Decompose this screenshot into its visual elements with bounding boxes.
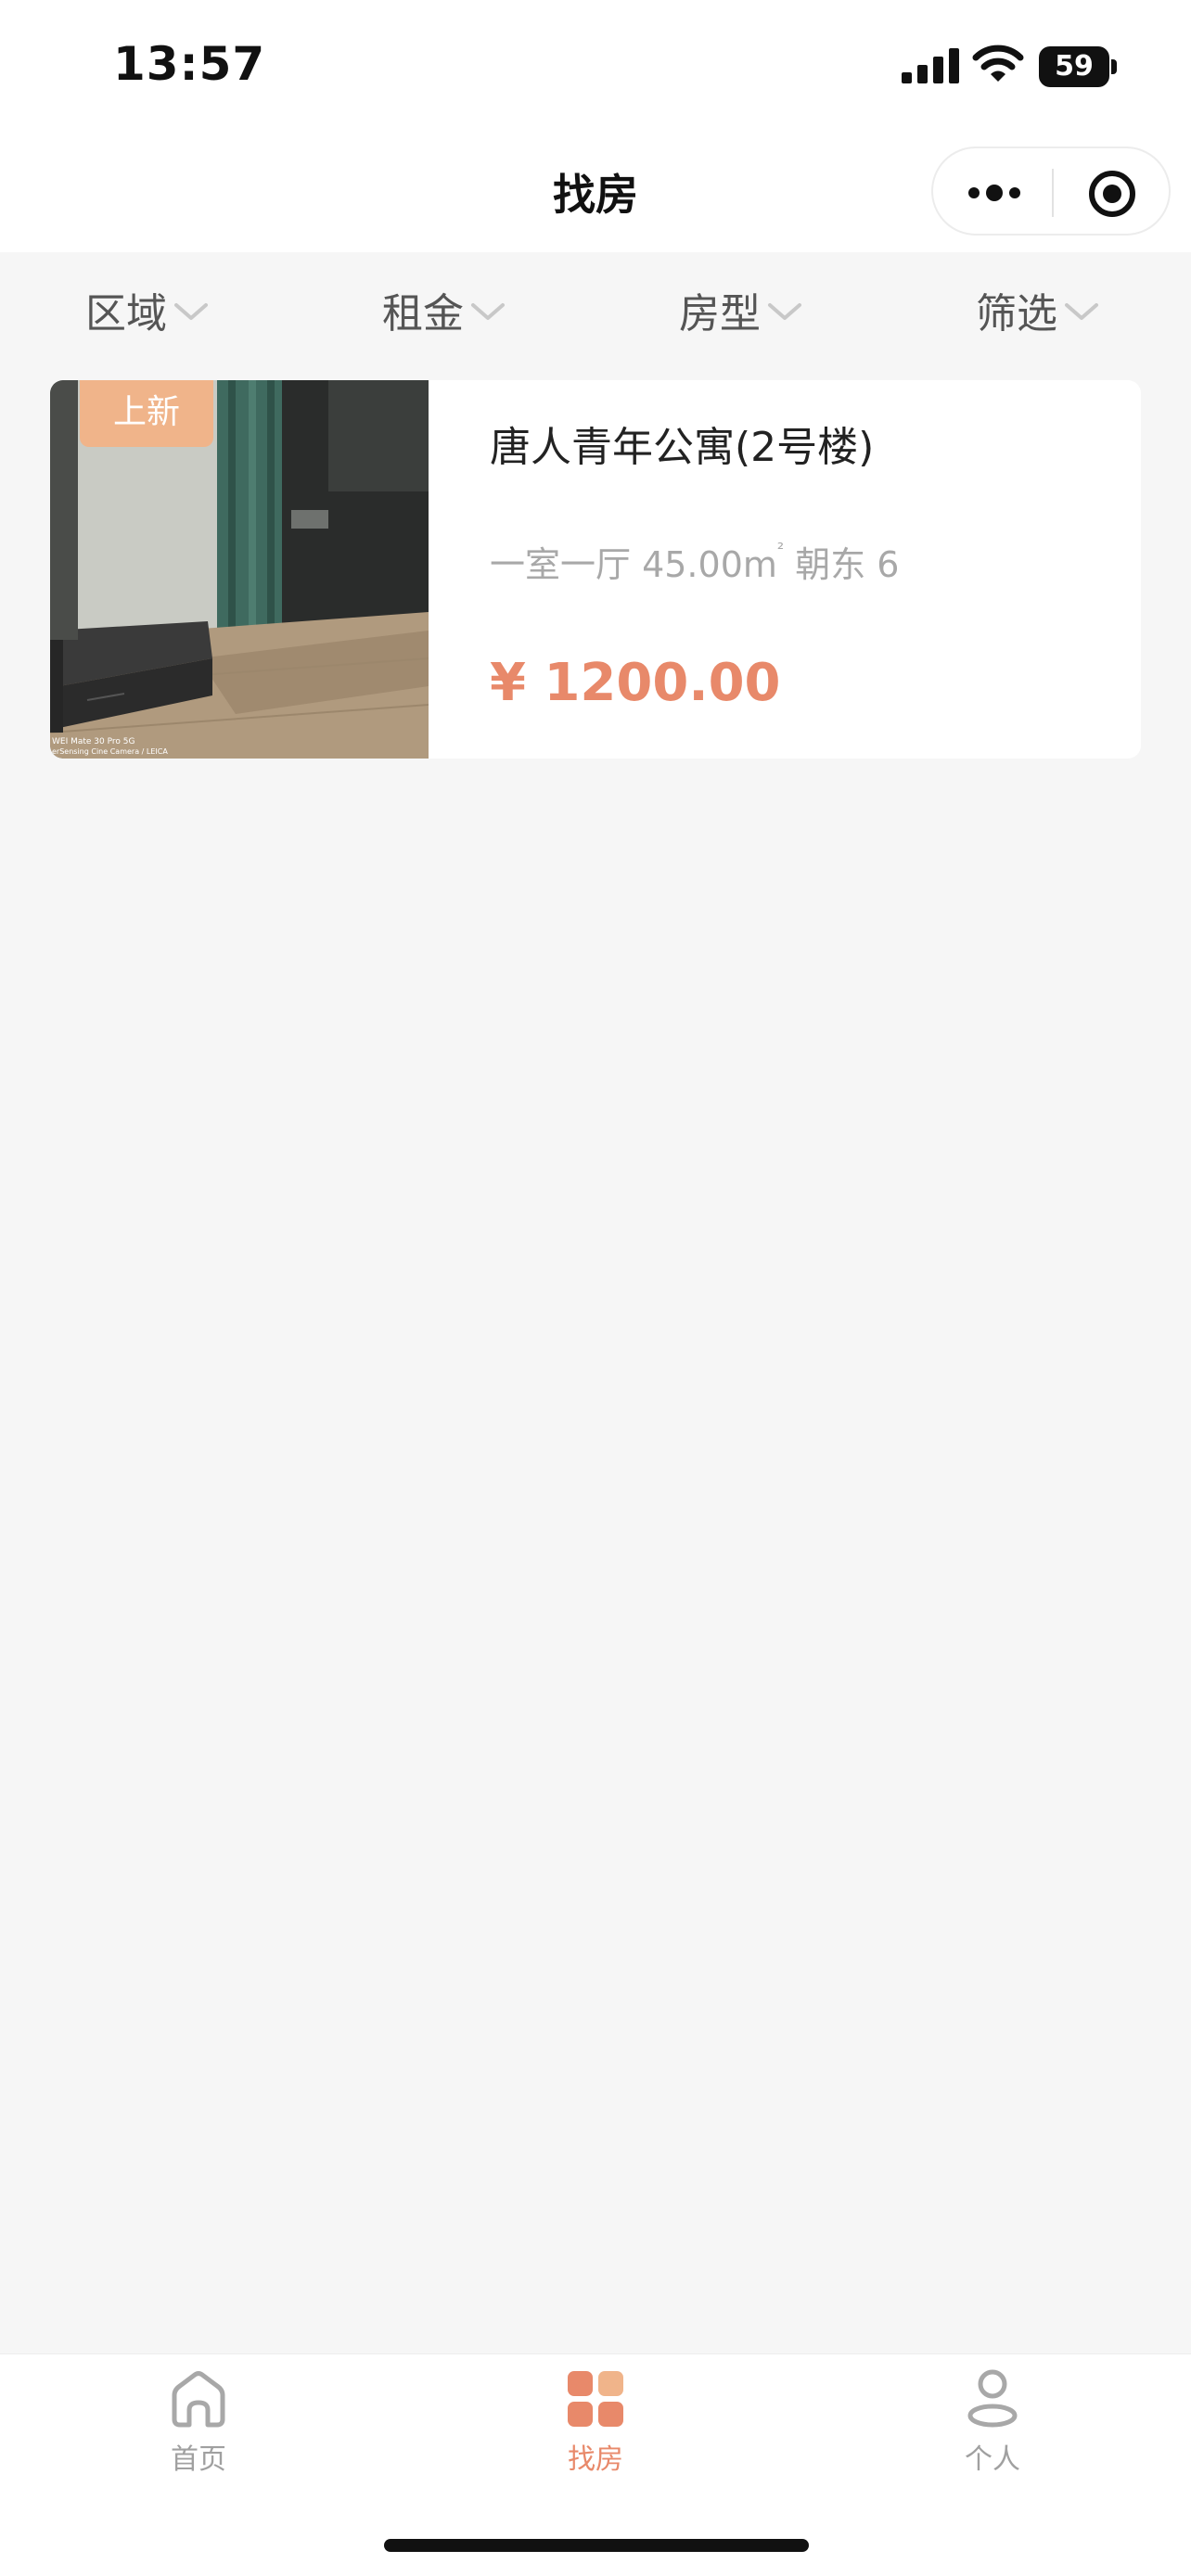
grid-icon (568, 2371, 623, 2427)
tab-label: 首页 (171, 2443, 226, 2476)
tab-find-room[interactable]: 找房 (503, 2367, 688, 2488)
person-icon (967, 2369, 1018, 2428)
chevron-down-icon (471, 303, 505, 320)
new-listing-badge: 上新 (80, 380, 213, 447)
wifi-icon (972, 45, 1024, 82)
listing-meta-orientation: 朝东 6 (784, 544, 900, 585)
filter-label: 房型 (679, 290, 761, 338)
chevron-down-icon (174, 303, 208, 320)
filter-label: 筛选 (976, 290, 1057, 338)
chevron-down-icon (768, 303, 801, 320)
filter-label: 租金 (382, 290, 464, 338)
battery-icon: 59 (1039, 46, 1117, 87)
status-bar: 13:57 59 (0, 0, 1191, 130)
more-icon[interactable] (967, 176, 1022, 210)
filter-rent[interactable]: 租金 (382, 284, 506, 338)
chevron-down-icon (1065, 303, 1098, 320)
close-miniprogram-icon[interactable] (1087, 169, 1137, 219)
home-indicator[interactable] (384, 2539, 809, 2552)
listing-card[interactable]: WEI Mate 30 Pro 5G erSensing Cine Camera… (50, 380, 1141, 759)
cellular-signal-icon (902, 48, 959, 83)
tab-profile[interactable]: 个人 (900, 2367, 1085, 2488)
app-screen: 13:57 59 找房 区域 租金 房型 筛选 WEI Mate 30 Pro … (0, 0, 1191, 2576)
tab-label: 个人 (965, 2443, 1020, 2476)
tab-label: 找房 (568, 2443, 623, 2476)
listing-price: ¥ 1200.00 (490, 653, 781, 713)
home-icon (172, 2371, 225, 2428)
filter-district[interactable]: 区域 (85, 284, 210, 338)
filter-label: 区域 (85, 290, 167, 338)
photo-watermark-line1: WEI Mate 30 Pro 5G (52, 737, 134, 746)
tab-home[interactable]: 首页 (106, 2367, 291, 2488)
status-time: 13:57 (113, 37, 266, 91)
filter-room-type[interactable]: 房型 (679, 284, 803, 338)
filter-bar: 区域 租金 房型 筛选 (0, 252, 1191, 367)
photo-watermark-line2: erSensing Cine Camera / LEICA (52, 747, 168, 756)
listing-photo: WEI Mate 30 Pro 5G erSensing Cine Camera… (50, 380, 429, 759)
nav-bar: 找房 (0, 130, 1191, 252)
listing-meta: 一室一厅 45.00m² 朝东 6 (490, 536, 899, 587)
mini-program-capsule (931, 147, 1171, 236)
listing-meta-size: 一室一厅 45.00m (490, 544, 777, 585)
listing-title: 唐人青年公寓(2号楼) (490, 424, 875, 471)
capsule-divider (1052, 169, 1054, 217)
listing-meta-unit: ² (776, 540, 785, 559)
battery-level: 59 (1055, 50, 1094, 83)
filter-more[interactable]: 筛选 (976, 284, 1100, 338)
